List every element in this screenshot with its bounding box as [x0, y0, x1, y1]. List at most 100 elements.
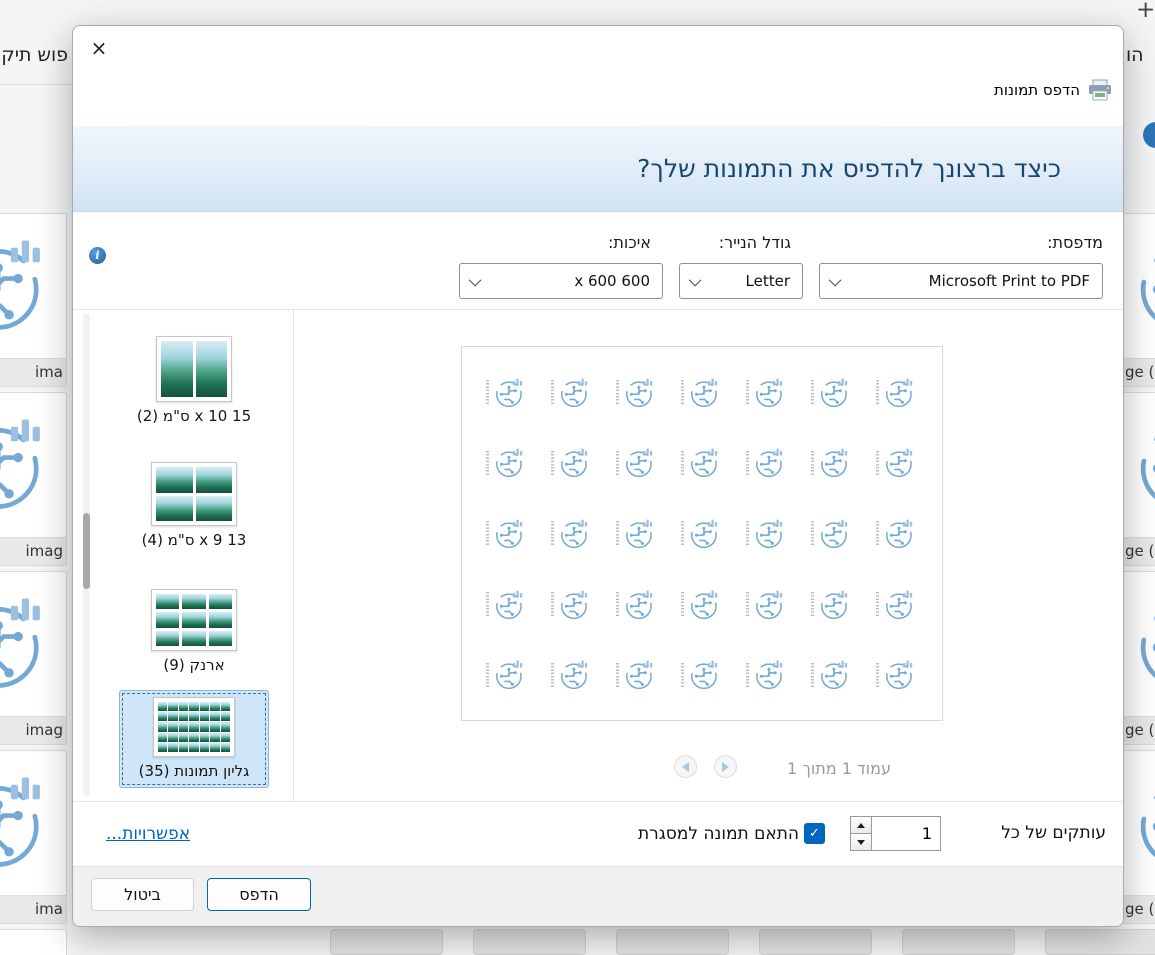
image-icon	[751, 656, 788, 693]
thumbnail-photo	[196, 467, 233, 493]
thumbnail-photo	[209, 594, 232, 609]
thumbnail-caption-bar	[551, 592, 554, 616]
image-icon	[751, 444, 788, 481]
photo-label-bar: ima	[0, 358, 66, 386]
photo-label-bar: ge (1	[1123, 358, 1155, 386]
thumbnail-photo	[179, 702, 188, 711]
spinner-up-button[interactable]	[850, 816, 872, 834]
next-page-button[interactable]	[714, 755, 737, 778]
preview-thumbnail	[735, 357, 800, 428]
info-icon[interactable]: i	[89, 247, 106, 264]
preview-thumbnail	[604, 428, 669, 499]
preview-thumbnail	[604, 639, 669, 710]
thumbnail-photo	[221, 712, 230, 721]
image-icon	[621, 374, 658, 411]
pagination-controls	[674, 755, 737, 778]
spinner-down-button[interactable]	[850, 833, 872, 851]
thumbnail-photo	[200, 722, 209, 731]
background-badge-icon	[1143, 122, 1155, 148]
thumbnail-photo	[196, 341, 228, 397]
thumbnail-photo	[182, 594, 205, 609]
photo-circuit-icon	[0, 405, 58, 521]
layout-thumbnail	[153, 697, 235, 757]
image-icon	[491, 515, 528, 552]
dialog-header-band: כיצד ברצונך להדפיס את התמונות שלך?	[73, 126, 1123, 212]
background-thumb-label-bar	[759, 929, 872, 955]
chevron-down-icon	[689, 273, 702, 286]
image-icon	[556, 656, 593, 693]
preview-thumbnail	[539, 357, 604, 428]
photo-label: ge (1	[1125, 363, 1155, 381]
page-indicator: עמוד 1 מתוך 1	[787, 759, 891, 778]
photo-label: ge (1	[1125, 542, 1155, 560]
thumbnail-caption-bar	[811, 451, 814, 475]
background-photo-card: imag	[0, 571, 67, 745]
image-icon	[816, 444, 853, 481]
thumbnail-photo	[168, 702, 177, 711]
layout-option[interactable]: ארנק (9)	[119, 582, 269, 682]
paper-size-select[interactable]: Letter	[679, 263, 803, 299]
photo-label-bar: ima	[0, 895, 66, 923]
thumbnail-caption-bar	[746, 380, 749, 404]
photo-circuit-icon	[1125, 763, 1155, 879]
thumbnail-photo	[189, 733, 198, 742]
photo-circuit-icon	[0, 942, 58, 955]
thumbnail-photo	[221, 702, 230, 711]
background-thumb-label-bar	[616, 929, 729, 955]
close-button[interactable]: ×	[85, 34, 113, 62]
preview-thumbnail	[735, 428, 800, 499]
preview-thumbnail	[800, 569, 865, 640]
thumbnail-photo	[161, 341, 193, 397]
previous-page-button[interactable]	[674, 755, 697, 778]
image-icon	[491, 374, 528, 411]
thumbnail-caption-bar	[551, 380, 554, 404]
preview-thumbnail	[669, 428, 734, 499]
thumbnail-caption-bar	[551, 521, 554, 545]
thumbnail-photo	[210, 702, 219, 711]
preview-thumbnail	[669, 357, 734, 428]
layout-option[interactable]: גליון תמונות (35)	[119, 690, 269, 788]
image-icon	[686, 444, 723, 481]
options-row-divider	[73, 801, 1123, 802]
thumbnail-caption-bar	[616, 663, 619, 687]
thumbnail-photo	[156, 631, 179, 646]
copies-input[interactable]	[871, 816, 941, 851]
thumbnail-photo	[179, 722, 188, 731]
preview-thumbnail	[474, 498, 539, 569]
image-icon	[751, 515, 788, 552]
photo-label: ima	[35, 363, 63, 381]
background-photo-card: ge (1	[1122, 213, 1155, 387]
preview-thumbnail	[865, 498, 930, 569]
background-header-text: הו	[1126, 44, 1144, 66]
background-photo-card	[0, 929, 67, 955]
preview-thumbnail	[735, 639, 800, 710]
quality-select[interactable]: x 600 600	[459, 263, 663, 299]
fit-frame-checkbox[interactable]: ✓	[804, 823, 825, 844]
thumbnail-caption-bar	[746, 663, 749, 687]
photo-label-bar: imag	[0, 537, 66, 565]
background-photo-card: ima	[0, 750, 67, 924]
photo-label-bar: ge (2	[1123, 895, 1155, 923]
scrollbar-thumb[interactable]	[83, 513, 90, 589]
options-link[interactable]: אפשרויות...	[106, 824, 190, 844]
layout-option[interactable]: 13 x 9 ס"מ (4)	[119, 455, 269, 557]
layout-option[interactable]: 15 x 10 ס"מ (2)	[119, 329, 269, 433]
quality-label: איכות:	[608, 233, 651, 252]
print-button[interactable]: הדפס	[207, 878, 311, 911]
printer-select[interactable]: Microsoft Print to PDF	[819, 263, 1103, 299]
background-photo-card: imag	[0, 392, 67, 566]
preview-thumbnail	[474, 428, 539, 499]
image-icon	[686, 586, 723, 623]
background-search-text: פוש תיק	[0, 44, 68, 66]
photo-label: ge (1	[1125, 721, 1155, 739]
thumbnail-photo	[182, 612, 205, 627]
header-question: כיצד ברצונך להדפיס את התמונות שלך?	[637, 154, 1061, 183]
layout-option-label: ארנק (9)	[163, 656, 224, 674]
chevron-down-icon	[469, 273, 482, 286]
preview-thumbnail	[865, 357, 930, 428]
cancel-button[interactable]: ביטול	[91, 878, 194, 911]
preview-thumbnail	[474, 639, 539, 710]
image-icon	[556, 374, 593, 411]
image-icon	[881, 444, 918, 481]
background-thumb-label-bar	[1045, 929, 1155, 955]
